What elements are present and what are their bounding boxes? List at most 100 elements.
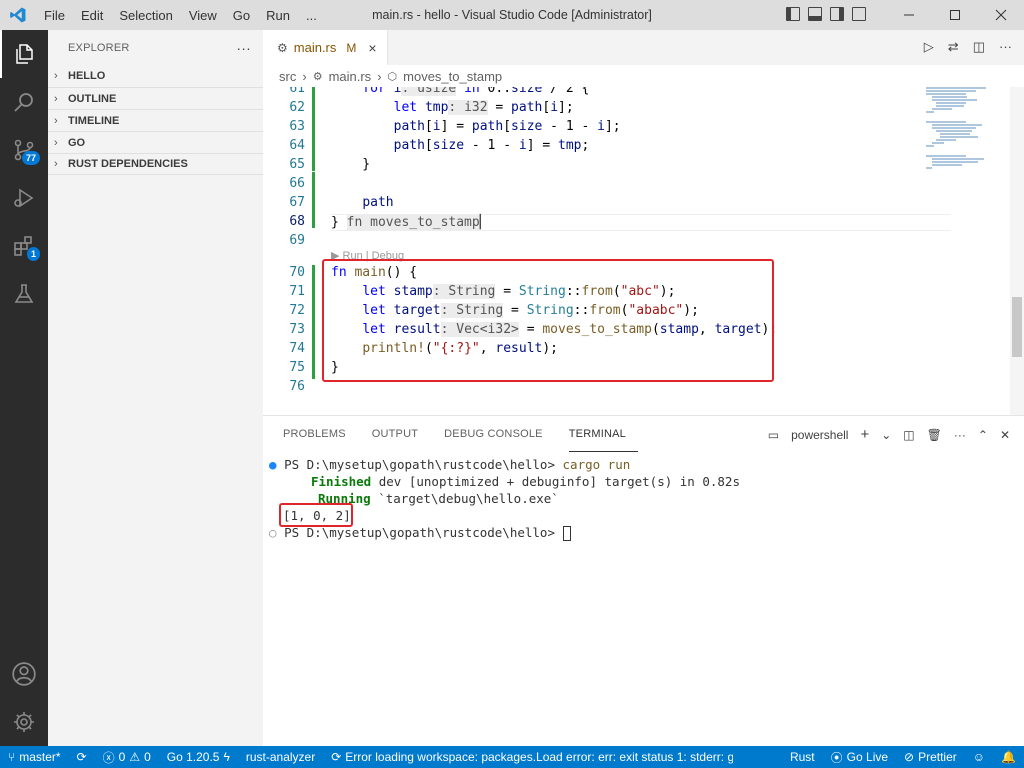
section-label: OUTLINE: [68, 92, 117, 105]
rust-analyzer-status[interactable]: rust-analyzer: [238, 750, 323, 764]
toggle-secondary-sidebar-icon[interactable]: [830, 7, 844, 21]
toggle-panel-icon[interactable]: [808, 7, 822, 21]
compare-changes-icon[interactable]: ⇄: [948, 39, 959, 55]
go-version-label: Go 1.20.5: [166, 750, 220, 764]
chevron-right-icon: ›: [54, 70, 58, 82]
menu-run[interactable]: Run: [258, 8, 298, 23]
go-live-button[interactable]: ⦿ Go Live: [823, 749, 896, 766]
code-line: for i: usize in 0..size / 2 {: [331, 87, 589, 96]
split-editor-icon[interactable]: ◫: [973, 39, 985, 55]
breadcrumb-src[interactable]: src: [279, 69, 296, 84]
breadcrumb: src › ⚙ main.rs › ⬡ moves_to_stamp: [263, 65, 1024, 87]
language-mode[interactable]: Rust: [782, 749, 823, 766]
bottom-panel: PROBLEMS OUTPUT DEBUG CONSOLE TERMINAL ▭…: [263, 415, 1024, 746]
split-terminal-icon[interactable]: ◫: [903, 428, 914, 442]
line-number: 73: [289, 322, 305, 337]
tab-problems[interactable]: PROBLEMS: [283, 416, 358, 452]
more-actions-icon[interactable]: ···: [954, 428, 966, 442]
notifications-bell-icon[interactable]: 🔔: [993, 749, 1024, 766]
chevron-right-icon: ›: [54, 136, 58, 149]
feedback-icon[interactable]: ☺: [965, 749, 993, 766]
menu-more[interactable]: ...: [298, 8, 325, 23]
problems-indicator[interactable]: ⓧ 0 ⚠ 0: [95, 749, 159, 766]
lightning-icon: ϟ: [223, 750, 230, 764]
editor-scrollbar[interactable]: [1010, 87, 1024, 415]
tab-main-rs[interactable]: ⚙ main.rs M ×: [263, 30, 388, 65]
prompt-text: PS D:\mysetup\gopath\rustcode\hello>: [284, 457, 563, 472]
terminal-shell-label[interactable]: powershell: [791, 428, 848, 442]
minimize-icon[interactable]: [886, 0, 932, 30]
section-label: HELLO: [68, 70, 106, 82]
terminal-line-finished: Finished dev [unoptimized + debuginfo] t…: [311, 474, 740, 489]
panel-tabs: PROBLEMS OUTPUT DEBUG CONSOLE TERMINAL ▭…: [263, 416, 1024, 452]
manage-gear-icon[interactable]: [0, 698, 48, 746]
menu-view[interactable]: View: [181, 8, 225, 23]
tab-close-icon[interactable]: ×: [368, 40, 376, 56]
code-editor[interactable]: 61 for i: usize in 0..size / 2 { 62 let …: [263, 87, 1024, 415]
chevron-right-icon: ›: [54, 158, 58, 170]
explorer-icon[interactable]: [0, 30, 48, 78]
run-icon[interactable]: ▷: [924, 39, 934, 55]
menu-selection[interactable]: Selection: [111, 8, 180, 23]
close-panel-icon[interactable]: ✕: [1000, 428, 1010, 442]
section-rust-dependencies[interactable]: › RUST DEPENDENCIES: [48, 153, 263, 175]
menu-file[interactable]: File: [36, 8, 73, 23]
line-number: 63: [289, 119, 305, 134]
activity-bar: 77 1: [0, 30, 48, 746]
explorer-header: EXPLORER ···: [48, 30, 263, 65]
section-go[interactable]: › GO: [48, 131, 263, 153]
tab-debug-console[interactable]: DEBUG CONSOLE: [444, 416, 555, 452]
editor-tabs: ⚙ main.rs M × ▷ ⇄ ◫ ···: [263, 30, 1024, 65]
chevron-down-icon[interactable]: ⌄: [881, 428, 891, 442]
tab-label: main.rs: [293, 40, 337, 55]
minimap[interactable]: [926, 87, 994, 247]
vscode-logo-icon: [0, 0, 36, 30]
run-debug-icon[interactable]: [0, 174, 48, 222]
toggle-sidebar-icon[interactable]: [786, 7, 800, 21]
sync-icon[interactable]: ⟳: [69, 750, 95, 764]
close-icon[interactable]: [978, 0, 1024, 30]
git-change-bar: [312, 265, 315, 379]
maximize-icon[interactable]: [932, 0, 978, 30]
menu-bar: File Edit Selection View Go Run ...: [36, 0, 325, 30]
section-timeline[interactable]: › TIMELINE: [48, 109, 263, 131]
testing-icon[interactable]: [0, 270, 48, 318]
menu-go[interactable]: Go: [225, 8, 258, 23]
command-text: cargo run: [562, 457, 631, 472]
running-text: `target\debug\hello.exe`: [370, 491, 559, 506]
accounts-icon[interactable]: [0, 650, 48, 698]
go-version[interactable]: Go 1.20.5 ϟ: [159, 750, 238, 764]
terminal-line-running: Running `target\debug\hello.exe`: [318, 491, 559, 506]
section-label: RUST DEPENDENCIES: [68, 158, 188, 170]
chevron-up-icon[interactable]: ⌃: [978, 428, 988, 442]
explorer-more-button[interactable]: ···: [236, 40, 251, 56]
branch-indicator[interactable]: ⑂ master*: [0, 750, 69, 764]
tab-output[interactable]: OUTPUT: [372, 416, 430, 452]
prettier-disabled-icon: ⊘: [904, 750, 915, 764]
chevron-right-icon: ›: [54, 92, 58, 105]
prompt-text: PS D:\mysetup\gopath\rustcode\hello>: [284, 525, 563, 540]
error-message: Error loading workspace: packages.Load e…: [345, 750, 734, 764]
tab-terminal[interactable]: TERMINAL: [568, 416, 638, 452]
success-dot-icon: ●: [269, 457, 277, 472]
section-outline[interactable]: › OUTLINE: [48, 87, 263, 109]
section-hello[interactable]: › HELLO: [48, 65, 263, 87]
highlight-box-main-fn: [322, 259, 774, 382]
workspace-error[interactable]: ⟳ Error loading workspace: packages.Load …: [323, 750, 733, 764]
extensions-badge: 1: [26, 247, 40, 261]
customize-layout-icon[interactable]: [852, 7, 866, 21]
more-actions-icon[interactable]: ···: [999, 39, 1012, 55]
search-icon[interactable]: [0, 78, 48, 126]
new-terminal-icon[interactable]: +: [860, 426, 869, 443]
breadcrumb-file[interactable]: main.rs: [329, 69, 372, 84]
prettier-status[interactable]: ⊘ Prettier: [896, 749, 965, 766]
git-change-bar: [312, 87, 315, 171]
extensions-icon[interactable]: 1: [0, 222, 48, 270]
scrollbar-thumb[interactable]: [1012, 297, 1022, 357]
source-control-icon[interactable]: 77: [0, 126, 48, 174]
menu-edit[interactable]: Edit: [73, 8, 111, 23]
breadcrumb-symbol[interactable]: moves_to_stamp: [403, 69, 502, 84]
highlight-box-output: [279, 503, 353, 527]
trash-icon[interactable]: 🗑: [927, 428, 942, 442]
line-number: 75: [289, 360, 305, 375]
